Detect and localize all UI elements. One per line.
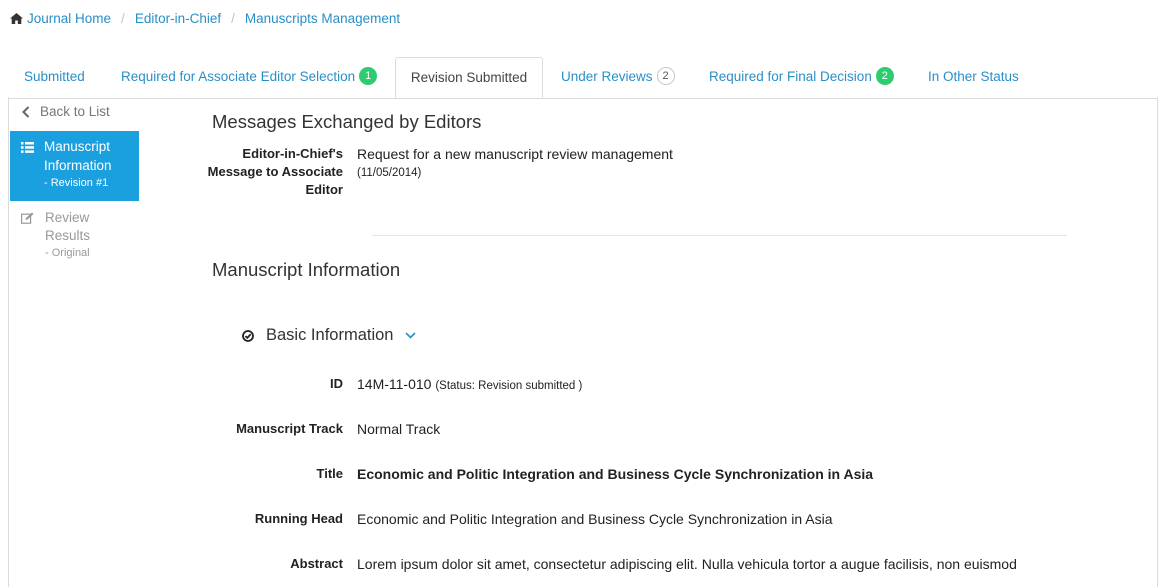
breadcrumb-manuscripts-management[interactable]: Manuscripts Management [245, 11, 400, 26]
list-icon [21, 142, 34, 153]
track-label: Manuscript Track [236, 421, 343, 436]
running-head-value: Economic and Politic Integration and Bus… [357, 511, 833, 527]
section-divider [372, 235, 1067, 236]
abstract-label: Abstract [290, 556, 343, 571]
chevron-down-icon [405, 332, 417, 339]
title-value: Economic and Politic Integration and Bus… [357, 466, 874, 482]
tab-revision-submitted[interactable]: Revision Submitted [395, 57, 543, 98]
chevron-left-icon [22, 105, 30, 118]
status-text: (Status: Revision submitted ) [435, 380, 583, 392]
tab-submitted[interactable]: Submitted [24, 57, 85, 97]
breadcrumb-editor-in-chief[interactable]: Editor-in-Chief [135, 11, 221, 26]
breadcrumb-separator: / [231, 11, 235, 26]
messages-title: Messages Exchanged by Editors [212, 111, 482, 132]
basic-information-toggle[interactable]: Basic Information [242, 326, 417, 345]
tab-in-other-status[interactable]: In Other Status [928, 57, 1019, 97]
status-tabs: Submitted Required for Associate Editor … [8, 57, 1158, 99]
sidebar-item-sub: - Revision #1 [44, 177, 109, 189]
message-label: Editor-in-Chief's Message to Associate E… [207, 146, 343, 197]
check-circle-icon [242, 329, 254, 342]
sidebar-item-manuscript-information[interactable]: Manuscript Information - Revision #1 [10, 131, 139, 201]
count-badge: 1 [359, 67, 378, 86]
sidebar-item-label: Review Results [45, 210, 91, 243]
breadcrumb-separator: / [121, 11, 125, 26]
sidebar-item-label: Manuscript Information [44, 139, 112, 173]
message-text: Request for a new manuscript review mana… [357, 146, 673, 162]
breadcrumb-journal-home[interactable]: Journal Home [27, 11, 111, 26]
tab-required-associate-editor[interactable]: Required for Associate Editor Selection 1 [121, 57, 378, 97]
basic-information-label: Basic Information [266, 326, 394, 344]
sidebar-item-review-results[interactable]: Review Results - Original [10, 209, 139, 259]
breadcrumb: Journal Home / Editor-in-Chief / Manuscr… [10, 11, 400, 26]
back-to-list-link[interactable]: Back to List [22, 104, 110, 119]
id-label: ID [330, 376, 343, 391]
track-value: Normal Track [357, 421, 441, 437]
edit-icon [21, 212, 34, 224]
running-head-label: Running Head [254, 511, 343, 526]
message-date: (11/05/2014) [357, 167, 422, 179]
manuscript-information-title: Manuscript Information [212, 259, 401, 280]
tab-required-final-decision[interactable]: Required for Final Decision 2 [709, 57, 894, 97]
id-value: 14M-11-010 (Status: Revision submitted ) [357, 376, 583, 392]
home-icon [10, 13, 23, 24]
abstract-value: Lorem ipsum dolor sit amet, consectetur … [357, 556, 1017, 572]
count-badge: 2 [656, 67, 675, 86]
count-badge: 2 [875, 67, 894, 86]
sidebar-item-sub: - Original [45, 247, 90, 259]
title-label: Title [316, 466, 344, 481]
tab-under-reviews[interactable]: Under Reviews 2 [561, 57, 675, 97]
